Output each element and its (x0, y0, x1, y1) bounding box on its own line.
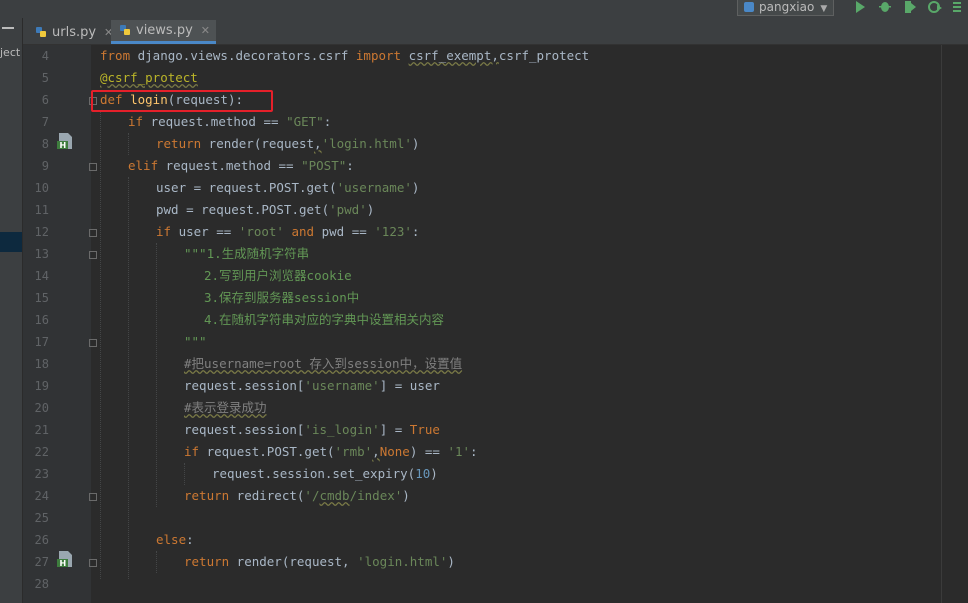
tab-views-py[interactable]: views.py ✕ (111, 20, 217, 44)
tab-urls-py[interactable]: urls.py ✕ (27, 20, 119, 44)
project-tree-selected-item[interactable] (0, 232, 22, 252)
code-line-8: return render(request,'login.html') (156, 136, 420, 151)
project-panel-label: ject (0, 46, 21, 59)
code-line-11: pwd = request.POST.get('pwd') (156, 202, 375, 217)
html-template-icon[interactable]: H (57, 550, 75, 568)
code-line-23: request.session.set_expiry(10) (212, 466, 438, 481)
minimize-icon[interactable] (2, 27, 14, 29)
line-number: 14 (34, 269, 49, 283)
tab-label: views.py (136, 23, 193, 38)
run-with-icon[interactable] (952, 0, 966, 14)
line-number: 5 (41, 71, 49, 85)
line-number: 27 (34, 555, 49, 569)
code-line-12: if user == 'root' and pwd == '123': (156, 224, 420, 239)
line-number: 19 (34, 379, 49, 393)
line-number: 22 (34, 445, 49, 459)
line-number: 21 (34, 423, 49, 437)
coverage-icon[interactable] (903, 0, 917, 14)
line-number: 4 (41, 49, 49, 63)
code-line-9: elif request.method == "POST": (128, 158, 354, 173)
editor-tab-bar: urls.py ✕ views.py ✕ (23, 18, 968, 45)
annotation-highlight-box (91, 90, 273, 112)
indent-guide (100, 111, 101, 579)
fold-marker-icon[interactable] (89, 559, 97, 567)
line-number: 15 (34, 291, 49, 305)
project-tool-window: ject (0, 18, 23, 603)
code-line-4: from django.views.decorators.csrf import… (100, 48, 590, 63)
tab-label: urls.py (52, 24, 97, 40)
line-number: 28 (34, 577, 49, 591)
close-icon[interactable]: ✕ (201, 24, 210, 37)
line-number: 12 (34, 225, 49, 239)
line-number: 24 (34, 489, 49, 503)
code-line-14: 2.写到用户浏览器cookie (204, 268, 352, 283)
line-number: 26 (34, 533, 49, 547)
run-config-label: pangxiao (759, 0, 815, 14)
fold-marker-icon[interactable] (89, 251, 97, 259)
run-configuration-select[interactable]: pangxiao ▼ (737, 0, 835, 16)
python-file-icon (120, 25, 130, 35)
indent-guide (184, 463, 185, 485)
top-toolbar: pangxiao ▼ (0, 0, 968, 18)
line-number: 20 (34, 401, 49, 415)
gutter-badge: H (60, 559, 67, 568)
code-line-27: return render(request, 'login.html') (184, 554, 455, 569)
line-number: 10 (34, 181, 49, 195)
line-number: 13 (34, 247, 49, 261)
code-line-19: request.session['username'] = user (184, 378, 440, 393)
code-line-15: 3.保存到服务器session中 (204, 290, 360, 305)
fold-marker-icon[interactable] (89, 163, 97, 171)
profile-icon[interactable] (928, 0, 942, 14)
fold-marker-icon[interactable] (89, 493, 97, 501)
indent-guide (128, 133, 129, 155)
code-line-20: #表示登录成功 (184, 400, 267, 415)
line-number: 9 (41, 159, 49, 173)
line-number: 16 (34, 313, 49, 327)
line-number: 6 (41, 93, 49, 107)
code-line-16: 4.在随机字符串对应的字典中设置相关内容 (204, 312, 445, 327)
code-line-21: request.session['is_login'] = True (184, 422, 440, 437)
code-line-26: else: (156, 532, 194, 547)
line-number: 7 (41, 115, 49, 129)
code-line-18: #把username=root 存入到session中，设置值 (184, 356, 463, 371)
html-template-icon[interactable]: H (57, 132, 75, 150)
code-line-5: @csrf_protect (100, 70, 198, 85)
chevron-down-icon: ▼ (820, 4, 828, 14)
python-file-icon (36, 26, 46, 37)
run-icon[interactable] (853, 0, 867, 14)
code-line-24: return redirect('/cmdb/index') (184, 488, 410, 503)
python-config-icon (744, 2, 754, 12)
gutter-badge: H (60, 141, 67, 150)
code-line-10: user = request.POST.get('username') (156, 180, 420, 195)
line-number: 25 (34, 511, 49, 525)
line-number: 8 (41, 137, 49, 151)
indent-guide (156, 243, 157, 507)
line-number: 11 (34, 203, 49, 217)
line-number: 23 (34, 467, 49, 481)
code-line-13: """1.生成随机字符串 (184, 246, 310, 261)
line-number: 18 (34, 357, 49, 371)
fold-marker-icon[interactable] (89, 339, 97, 347)
right-margin-guide (941, 45, 942, 603)
code-line-7: if request.method == "GET": (128, 114, 332, 129)
indent-guide (156, 551, 157, 573)
debug-icon[interactable] (878, 0, 892, 14)
code-line-22: if request.POST.get('rmb',None) == '1': (184, 444, 478, 459)
line-number: 17 (34, 335, 49, 349)
indent-guide (128, 177, 129, 579)
fold-marker-icon[interactable] (89, 229, 97, 237)
code-line-17: """ (184, 334, 207, 349)
